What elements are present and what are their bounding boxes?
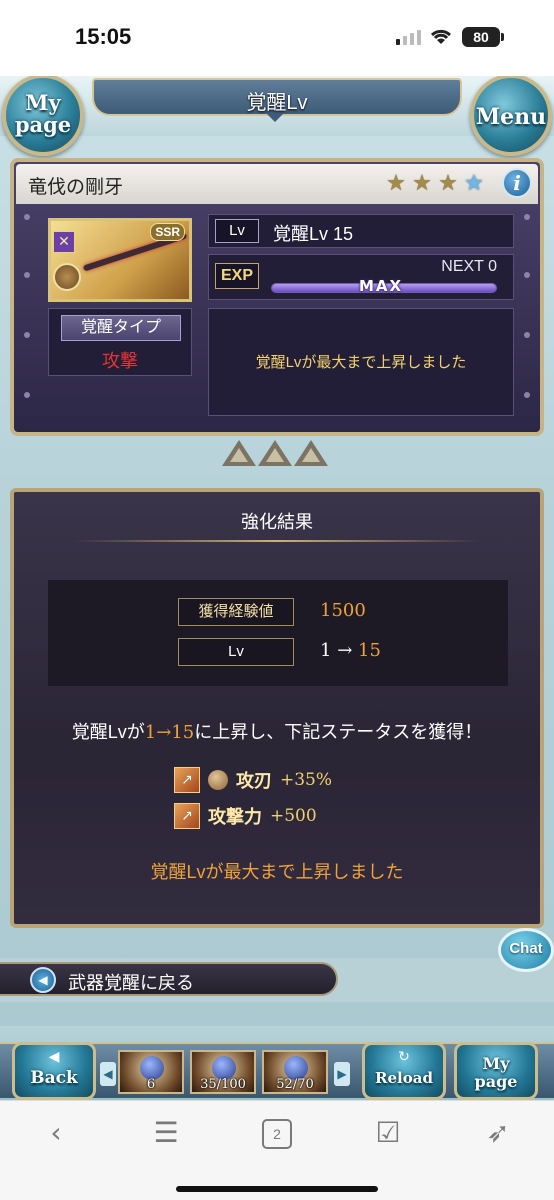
arrow-left-icon: ◀	[48, 1049, 60, 1065]
back-to-weapon-awakening-button[interactable]: ◀ 武器覚醒に戻る	[0, 962, 338, 996]
mypage-label-line2: page	[14, 112, 72, 137]
result-table: 獲得経験値 1500 Lv 1 → 15	[48, 580, 508, 686]
star-icon: ★	[464, 171, 484, 196]
menu-icon[interactable]: ☰	[146, 1113, 186, 1153]
weapon-panel: 竜伐の剛牙 ★ ★ ★ ★ i SSR ✕ 覚醒タイプ 攻撃 Lv 覚醒Lv 1…	[10, 158, 544, 436]
back-button[interactable]: ◀ Back	[12, 1042, 96, 1100]
reload-button[interactable]: ↻ Reload	[362, 1042, 446, 1100]
next-exp-text: NEXT 0	[441, 258, 497, 275]
rarity-badge: SSR	[150, 223, 185, 241]
weapon-name: 竜伐の剛牙	[28, 177, 124, 198]
tabs-icon[interactable]: 2	[262, 1119, 292, 1149]
stat-value: +35%	[280, 770, 333, 790]
star-icon: ★	[438, 171, 458, 196]
sentence-num: 1→15	[144, 722, 195, 743]
back-link-label: 武器覚醒に戻る	[68, 973, 194, 993]
star-icon: ★	[386, 171, 406, 196]
menu-button[interactable]: Menu	[470, 76, 552, 156]
triangle-icon	[222, 440, 256, 466]
lv-tag: Lv	[215, 219, 259, 243]
star-icon: ★	[412, 171, 432, 196]
uncap-stars: ★ ★ ★ ★	[384, 172, 486, 196]
stat-row: ↗ 攻刃 +35%	[174, 766, 332, 794]
skill-up-icon: ↗	[174, 767, 200, 793]
cellular-signal-icon	[396, 30, 421, 45]
game-view: 覚醒Lv My page Menu 竜伐の剛牙 ★ ★ ★ ★ i SSR ✕ …	[0, 76, 554, 1100]
awakening-level-row: Lv 覚醒Lv 15	[208, 214, 514, 248]
stat-value: +500	[270, 806, 317, 826]
menu-label: Menu	[475, 104, 547, 130]
awakening-level-text: 覚醒Lv 15	[273, 224, 354, 244]
scroll-right-icon[interactable]: ▶	[334, 1062, 350, 1086]
home-indicator	[176, 1186, 378, 1192]
info-icon[interactable]: i	[502, 168, 532, 198]
awakening-type-box: 覚醒タイプ 攻撃	[48, 308, 192, 376]
chat-button[interactable]: Chat	[498, 928, 554, 972]
chevron-down-icon	[267, 114, 283, 122]
orb-icon	[208, 770, 228, 790]
mypage-footer-button[interactable]: My page	[454, 1042, 538, 1100]
result-title: 強化結果	[241, 512, 313, 532]
progress-triangles	[222, 440, 328, 466]
max-label: MAX	[359, 277, 404, 295]
lv-to: 15	[358, 640, 381, 661]
reload-label: Reload	[375, 1069, 433, 1087]
exp-tag: EXP	[215, 263, 259, 289]
message-box: 覚醒Lvが最大まで上昇しました	[208, 308, 514, 416]
clock: 15:05	[75, 24, 132, 49]
weapon-name-bar: 竜伐の剛牙 ★ ★ ★ ★ i	[16, 164, 538, 204]
triangle-icon	[294, 440, 328, 466]
rocket-icon[interactable]: ➶	[478, 1113, 518, 1153]
lv-label: Lv	[178, 638, 294, 666]
divider	[74, 540, 480, 542]
wifi-icon	[430, 29, 452, 44]
reload-icon: ↻	[398, 1049, 410, 1065]
header-title-bar: 覚醒Lv	[92, 78, 462, 116]
stat-name: 攻撃力	[208, 807, 262, 827]
item-slot[interactable]: 52/70	[262, 1050, 328, 1094]
sentence-pre: 覚醒Lvが	[71, 722, 145, 742]
result-panel: 強化結果 獲得経験値 1500 Lv 1 → 15 覚醒Lvが1→15に上昇し、…	[10, 488, 544, 928]
page-title: 覚醒Lv	[246, 92, 308, 114]
mypage-button[interactable]: My page	[2, 76, 84, 156]
item-count: 52/70	[276, 1077, 314, 1092]
mypage-label-line1: My	[482, 1054, 510, 1073]
awakening-type-value: 攻撃	[102, 351, 138, 371]
item-count: 6	[146, 1077, 156, 1092]
browser-toolbar: ‹ ☰ 2 ☑ ➶	[0, 1100, 554, 1200]
element-icon: ✕	[53, 231, 75, 253]
stat-name: 攻刃	[236, 771, 272, 791]
skill-up-icon: ↗	[174, 803, 200, 829]
arrow-left-icon: ◀	[30, 967, 56, 993]
weapon-type-icon	[53, 263, 81, 291]
result-footer-message: 覚醒Lvが最大まで上昇しました	[150, 862, 404, 882]
back-label: Back	[30, 1068, 78, 1088]
back-arrow-icon[interactable]: ‹	[36, 1113, 76, 1153]
max-level-message: 覚醒Lvが最大まで上昇しました	[255, 354, 467, 371]
triangle-icon	[258, 440, 292, 466]
lv-change-value: 1 → 15	[320, 640, 381, 661]
stat-row: ↗ 攻撃力 +500	[174, 802, 317, 830]
exp-gained-label: 獲得経験値	[178, 598, 294, 626]
scroll-left-icon[interactable]: ◀	[100, 1062, 116, 1086]
exp-gained-value: 1500	[320, 600, 366, 621]
lv-arrow: →	[337, 640, 353, 661]
checkbox-icon[interactable]: ☑	[368, 1113, 408, 1153]
exp-row: EXP NEXT 0 MAX	[208, 254, 514, 300]
mypage-label-line2: page	[474, 1072, 518, 1091]
status-bar: 15:05 80	[0, 0, 554, 76]
sentence-post: に上昇し、下記ステータスを獲得！	[194, 722, 483, 742]
lv-from: 1	[320, 640, 332, 661]
item-count: 35/100	[200, 1077, 246, 1092]
awakening-type-label: 覚醒タイプ	[61, 315, 181, 341]
item-slot[interactable]: 35/100	[190, 1050, 256, 1094]
result-sentence: 覚醒Lvが1→15に上昇し、下記ステータスを獲得！	[14, 718, 540, 744]
item-slot[interactable]: 6	[118, 1050, 184, 1094]
weapon-thumbnail[interactable]: SSR ✕	[48, 218, 192, 302]
battery-icon: 80	[462, 27, 500, 47]
